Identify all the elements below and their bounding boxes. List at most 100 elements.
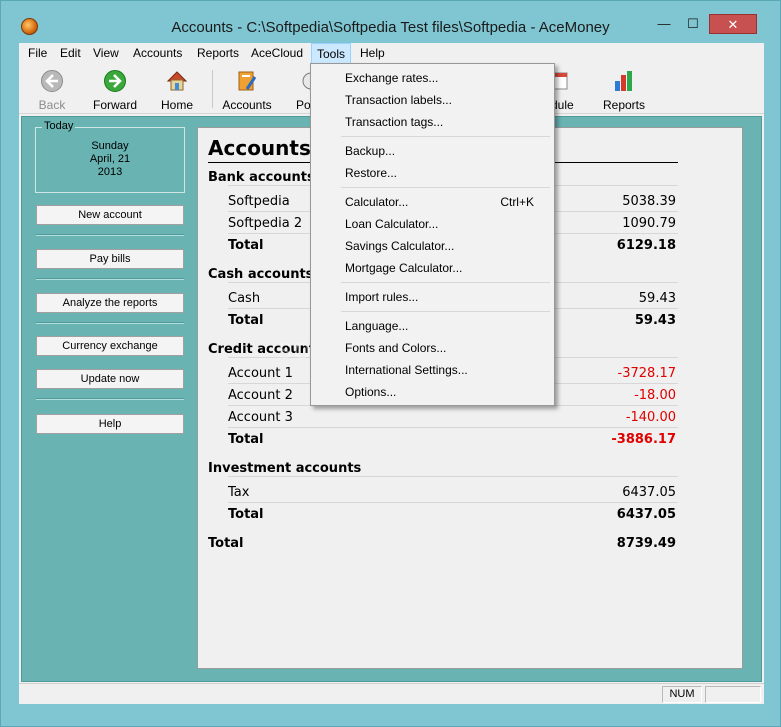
menu-item-label: Backup... — [345, 144, 396, 158]
credit-total-label: Total — [228, 432, 264, 447]
analyze-reports-button[interactable]: Analyze the reports — [36, 293, 184, 313]
menu-item-transaction-labels[interactable]: Transaction labels... — [313, 89, 552, 111]
account-balance: 6437.05 — [622, 485, 676, 500]
title-bar[interactable]: Accounts - C:\Softpedia\Softpedia Test f… — [1, 1, 780, 43]
status-bar: NUM — [19, 683, 764, 704]
menu-item-restore[interactable]: Restore... — [313, 162, 552, 184]
account-name-tax[interactable]: Tax — [228, 485, 249, 500]
status-cell-empty — [705, 686, 761, 703]
account-name-account-1[interactable]: Account 1 — [228, 366, 293, 381]
pay-bills-button[interactable]: Pay bills — [36, 249, 184, 269]
sidebar-separator — [36, 398, 184, 400]
menu-item-label: International Settings... — [345, 363, 468, 377]
back-button[interactable]: Back — [22, 66, 82, 112]
sidebar-separator — [36, 278, 184, 280]
credit-total-value: -3886.17 — [611, 432, 676, 447]
menu-item-savings-calculator[interactable]: Savings Calculator... — [313, 235, 552, 257]
menu-edit[interactable]: Edit — [60, 46, 81, 60]
menu-item-transaction-tags[interactable]: Transaction tags... — [313, 111, 552, 133]
menu-item-backup[interactable]: Backup... — [313, 140, 552, 162]
app-window: Accounts - C:\Softpedia\Softpedia Test f… — [0, 0, 781, 727]
menu-view[interactable]: View — [93, 46, 119, 60]
menu-item-calculator[interactable]: Calculator... Ctrl+K — [313, 191, 552, 213]
menu-item-language[interactable]: Language... — [313, 315, 552, 337]
menu-item-exchange-rates[interactable]: Exchange rates... — [313, 67, 552, 89]
account-name-account-3[interactable]: Account 3 — [228, 410, 293, 425]
row-divider — [228, 427, 678, 428]
menu-item-label: Language... — [345, 319, 409, 333]
help-button[interactable]: Help — [36, 414, 184, 434]
menu-item-import-rules[interactable]: Import rules... — [313, 286, 552, 308]
panel-title: Accounts — [208, 136, 311, 160]
menu-help[interactable]: Help — [360, 46, 385, 60]
new-account-button[interactable]: New account — [36, 205, 184, 225]
cash-total-label: Total — [228, 313, 264, 328]
account-balance: 5038.39 — [622, 194, 676, 209]
update-now-button[interactable]: Update now — [36, 369, 184, 389]
investment-total-value: 6437.05 — [616, 507, 676, 522]
accounts-button[interactable]: Accounts — [217, 66, 277, 112]
today-legend: Today — [42, 120, 76, 132]
menu-separator — [341, 282, 550, 283]
menu-bar: File Edit View Accounts Reports AceCloud… — [19, 43, 764, 64]
menu-item-loan-calculator[interactable]: Loan Calculator... — [313, 213, 552, 235]
bank-accounts-heading: Bank accounts — [208, 170, 315, 185]
account-balance-negative: -140.00 — [625, 410, 676, 425]
forward-label: Forward — [92, 98, 137, 112]
menu-separator — [341, 311, 550, 312]
row-divider — [228, 476, 678, 477]
currency-exchange-button[interactable]: Currency exchange — [36, 336, 184, 356]
row-divider — [228, 502, 678, 503]
account-name-softpedia-2[interactable]: Softpedia 2 — [228, 216, 302, 231]
reports-button[interactable]: Reports — [594, 66, 654, 112]
account-name-cash[interactable]: Cash — [228, 291, 260, 306]
menu-item-shortcut: Ctrl+K — [500, 195, 534, 209]
bank-total-value: 6129.18 — [616, 238, 676, 253]
sidebar-separator — [36, 322, 184, 324]
today-date: April, 21 — [89, 153, 131, 165]
menu-item-label: Transaction labels... — [345, 93, 452, 107]
home-button[interactable]: Home — [147, 66, 207, 112]
maximize-button[interactable]: ☐ — [680, 14, 706, 34]
back-label: Back — [38, 98, 66, 112]
home-icon — [166, 71, 188, 91]
menu-item-mortgage-calculator[interactable]: Mortgage Calculator... — [313, 257, 552, 279]
cash-accounts-heading: Cash accounts — [208, 267, 314, 282]
accounts-label: Accounts — [222, 98, 272, 112]
menu-file[interactable]: File — [28, 46, 47, 60]
bank-total-label: Total — [228, 238, 264, 253]
menu-accounts[interactable]: Accounts — [133, 46, 182, 60]
menu-item-label: Calculator... — [345, 195, 409, 209]
investment-accounts-heading: Investment accounts — [208, 461, 362, 476]
accounts-book-icon — [238, 71, 257, 91]
account-name-account-2[interactable]: Account 2 — [228, 388, 293, 403]
menu-separator — [341, 136, 550, 137]
forward-button[interactable]: Forward — [85, 66, 145, 112]
today-group: Today Sunday April, 21 2013 — [35, 120, 185, 193]
menu-item-label: Import rules... — [345, 290, 419, 304]
forward-arrow-icon — [104, 70, 126, 92]
menu-reports[interactable]: Reports — [197, 46, 239, 60]
close-button[interactable]: ✕ — [709, 14, 757, 34]
today-day: Sunday — [91, 140, 129, 152]
menu-item-international-settings[interactable]: International Settings... — [313, 359, 552, 381]
menu-item-label: Restore... — [345, 166, 398, 180]
menu-acecloud[interactable]: AceCloud — [251, 46, 303, 60]
account-balance: 1090.79 — [622, 216, 676, 231]
menu-item-fonts-and-colors[interactable]: Fonts and Colors... — [313, 337, 552, 359]
menu-item-label: Mortgage Calculator... — [345, 261, 463, 275]
menu-item-label: Savings Calculator... — [345, 239, 455, 253]
account-balance: 59.43 — [638, 291, 676, 306]
home-label: Home — [160, 98, 193, 112]
menu-item-label: Transaction tags... — [345, 115, 444, 129]
num-lock-indicator: NUM — [662, 686, 702, 703]
menu-tools[interactable]: Tools — [311, 43, 352, 64]
menu-item-options[interactable]: Options... — [313, 381, 552, 403]
account-balance-negative: -18.00 — [634, 388, 676, 403]
menu-item-label: Fonts and Colors... — [345, 341, 447, 355]
account-balance-negative: -3728.17 — [617, 366, 676, 381]
minimize-button[interactable]: — — [651, 14, 677, 34]
account-name-softpedia[interactable]: Softpedia — [228, 194, 290, 209]
menu-item-label: Exchange rates... — [345, 71, 439, 85]
tools-menu-dropdown: Exchange rates... Transaction labels... … — [310, 63, 555, 406]
